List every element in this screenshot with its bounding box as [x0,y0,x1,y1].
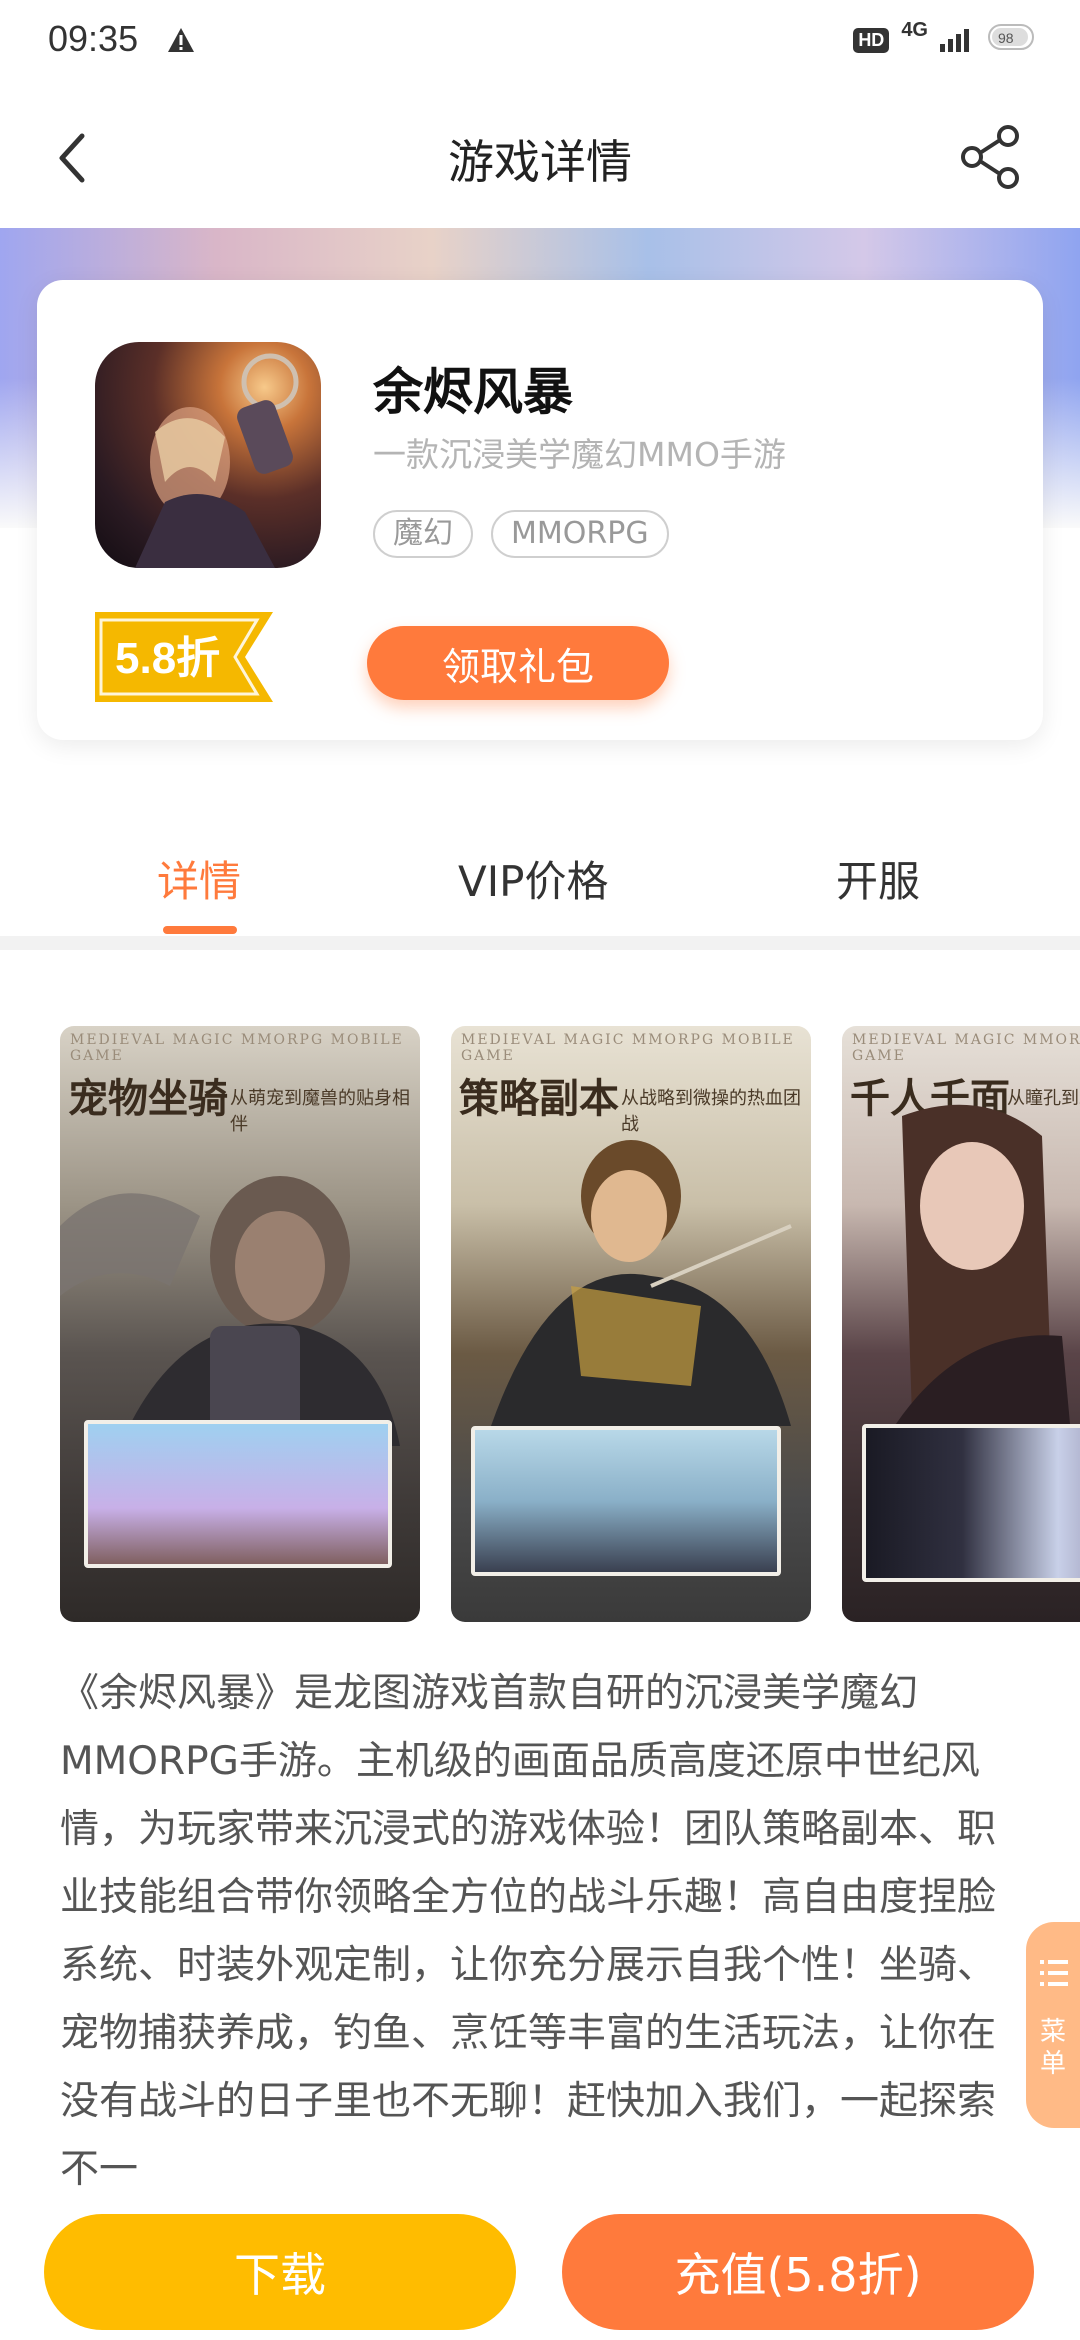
screenshot-2[interactable]: MEDIEVAL MAGIC MMORPG MOBILE GAME 策略副本 从… [451,1026,811,1622]
game-tags: 魔幻 MMORPG [373,510,669,558]
battery-icon: 98 [988,22,1040,58]
tab-vip-price[interactable]: VIP价格 [458,848,608,909]
warning-icon [166,26,196,58]
share-icon [961,125,1019,189]
list-icon [1040,1960,1068,1986]
detail-tabs: 详情 VIP价格 开服 [0,800,1080,940]
signal-icon [940,24,976,56]
screenshot-1-inset [84,1420,392,1568]
screenshot-2-inset [471,1426,781,1576]
discount-badge: 5.8折 [95,612,273,702]
tab-details[interactable]: 详情 [157,848,241,909]
nav-bar: 游戏详情 [0,84,1080,228]
tab-server-open[interactable]: 开服 [836,848,920,909]
status-bar: 09:35 HD 4G 98 [0,0,1080,84]
screenshot-1[interactable]: MEDIEVAL MAGIC MMORPG MOBILE GAME 宠物坐骑 从… [60,1026,420,1622]
discount-text: 5.8折 [115,634,221,683]
bottom-action-bar: 下载 充值(5.8折) [0,2190,1080,2340]
game-info-card: 余烬风暴 一款沉浸美学魔幻MMO手游 魔幻 MMORPG 5.8折 领取礼包 [37,280,1043,740]
tag-fantasy: 魔幻 [373,510,473,558]
screenshot-3-inset [862,1424,1080,1582]
status-time: 09:35 [48,18,139,59]
screenshot-carousel[interactable]: MEDIEVAL MAGIC MMORPG MOBILE GAME 宠物坐骑 从… [60,1026,1080,1622]
battery-level: 98 [998,30,1014,46]
floating-menu-label: 菜单 [1040,2017,1067,2079]
claim-gift-button[interactable]: 领取礼包 [367,626,669,700]
game-description: 《余烬风暴》是龙图游戏首款自研的沉浸美学魔幻MMORPG手游。主机级的画面品质高… [60,1671,997,2192]
active-tab-indicator [163,926,237,934]
recharge-button[interactable]: 充值(5.8折) [562,2214,1034,2330]
page-title: 游戏详情 [448,135,632,189]
hd-icon: HD [853,27,890,53]
floating-menu-button[interactable]: 菜单 [1026,1922,1080,2128]
game-icon [95,342,321,568]
tag-mmorpg: MMORPG [491,510,669,558]
game-name: 余烬风暴 [373,363,573,421]
share-button[interactable] [960,124,1022,190]
screenshot-3[interactable]: MEDIEVAL MAGIC MMORPG MOBILE GAME 千人千面 从… [842,1026,1080,1622]
section-divider [0,936,1080,950]
download-button[interactable]: 下载 [44,2214,516,2330]
network-type: 4G [901,18,928,41]
game-subtitle: 一款沉浸美学魔幻MMO手游 [373,435,786,474]
game-character-art [135,353,299,568]
